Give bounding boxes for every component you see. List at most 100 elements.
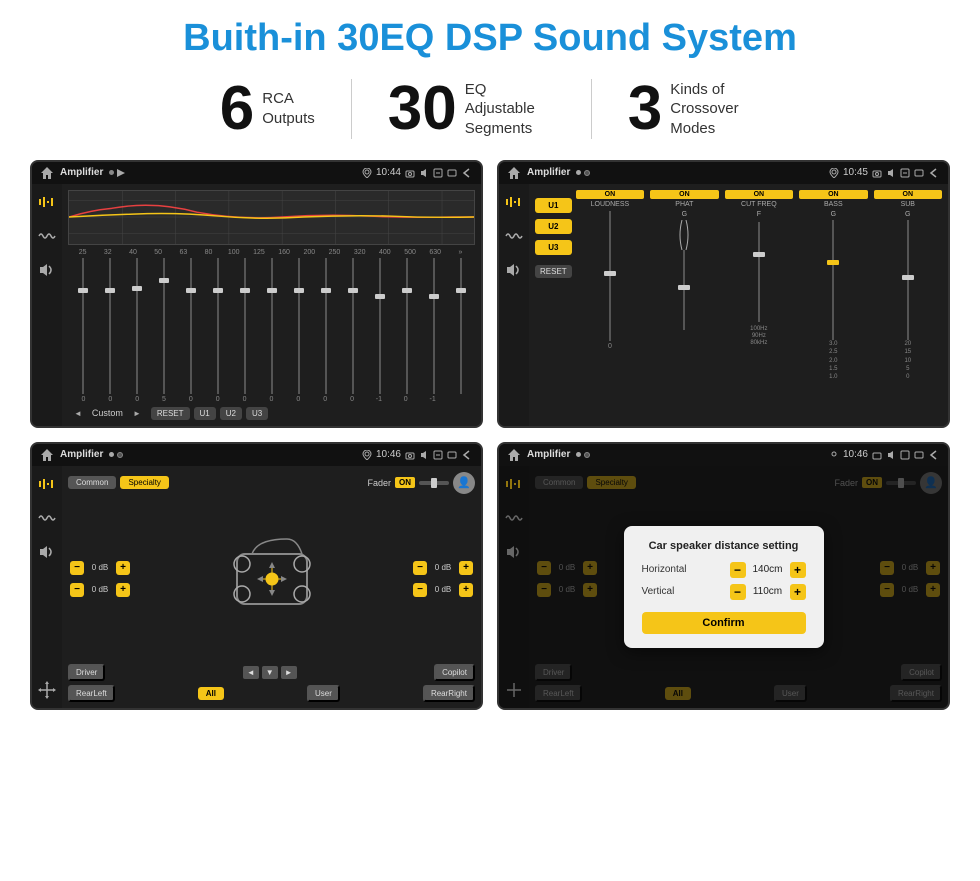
user-btn[interactable]: User bbox=[307, 685, 340, 702]
mixer-presets-col: U1 U2 U3 RESET bbox=[535, 190, 572, 420]
fader-settings-icon bbox=[433, 450, 443, 460]
horizontal-plus-btn[interactable]: + bbox=[790, 562, 806, 578]
eq-slider-5[interactable] bbox=[205, 258, 230, 394]
eq-status-dots bbox=[109, 169, 129, 177]
loudness-on-btn[interactable]: ON bbox=[576, 190, 644, 199]
eq-sidebar-wave-icon[interactable] bbox=[37, 226, 57, 246]
speaker-diagram-area: − 0 dB + − 0 dB + bbox=[68, 498, 475, 660]
eq-slider-13[interactable] bbox=[421, 258, 446, 394]
mixer-preset-u1[interactable]: U1 bbox=[535, 198, 572, 213]
mixer-status-left: Amplifier bbox=[507, 166, 590, 180]
fader-sidebar-speaker-icon[interactable] bbox=[37, 542, 57, 562]
all-btn[interactable]: All bbox=[198, 687, 224, 700]
horizontal-minus-btn[interactable]: − bbox=[730, 562, 746, 578]
sub-values: 20151050 bbox=[904, 340, 911, 382]
dialog-vertical-controls: − 110cm + bbox=[730, 584, 806, 600]
right-arrow-btn[interactable]: ► bbox=[281, 666, 297, 679]
eq-screen-content: 25 32 40 50 63 80 100 125 160 200 250 32… bbox=[32, 184, 481, 426]
mixer-back-icon[interactable] bbox=[928, 168, 940, 178]
car-diagram bbox=[217, 524, 327, 634]
mixer-sidebar-wave-icon[interactable] bbox=[504, 226, 524, 246]
fader-sidebar-wave-icon[interactable] bbox=[37, 508, 57, 528]
left-bot-value: 0 dB bbox=[87, 585, 113, 594]
eq-u2-btn[interactable]: U2 bbox=[220, 407, 242, 420]
eq-slider-1[interactable] bbox=[97, 258, 122, 394]
eq-slider-9[interactable] bbox=[313, 258, 338, 394]
rearright-btn[interactable]: RearRight bbox=[423, 685, 475, 702]
copilot-btn[interactable]: Copilot bbox=[434, 664, 475, 681]
dialog-vertical-field: Vertical − 110cm + bbox=[642, 584, 806, 600]
vertical-plus-btn[interactable]: + bbox=[790, 584, 806, 600]
eq-u3-btn[interactable]: U3 bbox=[246, 407, 268, 420]
eq-sidebar-eq-icon[interactable] bbox=[37, 192, 57, 212]
left-db-controls: − 0 dB + − 0 dB + bbox=[70, 561, 130, 597]
dialog-time: 10:46 bbox=[843, 449, 868, 460]
mixer-reset-btn[interactable]: RESET bbox=[535, 265, 572, 278]
dialog-status-title: Amplifier bbox=[527, 449, 570, 460]
phat-on-btn[interactable]: ON bbox=[650, 190, 718, 199]
right-top-minus[interactable]: − bbox=[413, 561, 427, 575]
eq-slider-14[interactable] bbox=[448, 258, 473, 394]
left-arrow-btn[interactable]: ◄ bbox=[243, 666, 259, 679]
driver-btn[interactable]: Driver bbox=[68, 664, 105, 681]
bass-track[interactable] bbox=[832, 220, 834, 340]
eq-slider-0[interactable] bbox=[70, 258, 95, 394]
eq-sidebar-speaker-icon[interactable] bbox=[37, 260, 57, 280]
eq-slider-8[interactable] bbox=[286, 258, 311, 394]
loudness-track[interactable] bbox=[609, 211, 611, 341]
eq-slider-11[interactable] bbox=[367, 258, 392, 394]
left-top-minus[interactable]: − bbox=[70, 561, 84, 575]
mixer-sidebar-eq-icon[interactable] bbox=[504, 192, 524, 212]
left-db-top: − 0 dB + bbox=[70, 561, 130, 575]
right-top-plus[interactable]: + bbox=[459, 561, 473, 575]
eq-prev-btn[interactable]: ◄ bbox=[68, 407, 88, 420]
mixer-channels: ON LOUDNESS 0 ON PHAT G bbox=[576, 190, 942, 420]
cutfreq-track[interactable] bbox=[758, 222, 760, 322]
back-icon[interactable] bbox=[461, 168, 473, 178]
mixer-sidebar bbox=[499, 184, 529, 426]
right-bot-minus[interactable]: − bbox=[413, 583, 427, 597]
eq-u1-btn[interactable]: U1 bbox=[194, 407, 216, 420]
dialog-horizontal-controls: − 140cm + bbox=[730, 562, 806, 578]
down-arrow-btn[interactable]: ▼ bbox=[262, 666, 278, 679]
right-bot-plus[interactable]: + bbox=[459, 583, 473, 597]
mixer-sidebar-speaker-icon[interactable] bbox=[504, 260, 524, 280]
eq-slider-2[interactable] bbox=[124, 258, 149, 394]
phat-curve bbox=[674, 220, 694, 250]
phat-track[interactable] bbox=[683, 250, 685, 330]
fader-sidebar-arrows-icon[interactable] bbox=[37, 680, 57, 700]
dialog-location-icon bbox=[829, 450, 839, 460]
cutfreq-on-btn[interactable]: ON bbox=[725, 190, 793, 199]
bass-g-label: G bbox=[831, 211, 836, 218]
eq-slider-6[interactable] bbox=[232, 258, 257, 394]
eq-slider-3[interactable] bbox=[151, 258, 176, 394]
sub-on-btn[interactable]: ON bbox=[874, 190, 942, 199]
left-bot-plus[interactable]: + bbox=[116, 583, 130, 597]
sub-track[interactable] bbox=[907, 220, 909, 340]
bass-on-btn[interactable]: ON bbox=[799, 190, 867, 199]
fader-back-icon[interactable] bbox=[461, 450, 473, 460]
fader-slider-icon[interactable] bbox=[419, 476, 449, 490]
fader-top-controls: Common Specialty Fader ON 👤 bbox=[68, 472, 475, 494]
specialty-tab[interactable]: Specialty bbox=[120, 476, 168, 489]
eq-slider-7[interactable] bbox=[259, 258, 284, 394]
mixer-preset-u3[interactable]: U3 bbox=[535, 240, 572, 255]
vertical-minus-btn[interactable]: − bbox=[730, 584, 746, 600]
channel-loudness: ON LOUDNESS 0 bbox=[576, 190, 644, 420]
volume-icon bbox=[419, 168, 429, 178]
left-db-bottom: − 0 dB + bbox=[70, 583, 130, 597]
eq-slider-10[interactable] bbox=[340, 258, 365, 394]
rearleft-btn[interactable]: RearLeft bbox=[68, 685, 115, 702]
common-tab[interactable]: Common bbox=[68, 476, 116, 489]
fader-sidebar-eq-icon[interactable] bbox=[37, 474, 57, 494]
left-top-plus[interactable]: + bbox=[116, 561, 130, 575]
eq-next-btn[interactable]: ► bbox=[127, 407, 147, 420]
left-bot-minus[interactable]: − bbox=[70, 583, 84, 597]
eq-reset-btn[interactable]: RESET bbox=[151, 407, 190, 420]
confirm-button[interactable]: Confirm bbox=[642, 612, 806, 634]
mixer-preset-u2[interactable]: U2 bbox=[535, 219, 572, 234]
eq-slider-4[interactable] bbox=[178, 258, 203, 394]
eq-slider-12[interactable] bbox=[394, 258, 419, 394]
dialog-back-icon[interactable] bbox=[928, 450, 940, 460]
settings-icon bbox=[433, 168, 443, 178]
